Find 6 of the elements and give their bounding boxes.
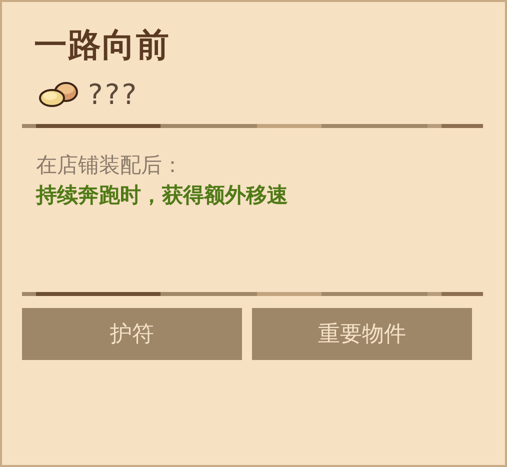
tag-label: 护符 bbox=[22, 308, 242, 360]
item-title: 一路向前 bbox=[34, 24, 171, 66]
effect-condition: 在店铺装配后： bbox=[36, 152, 184, 179]
price-text: ??? bbox=[88, 78, 139, 110]
tag-label: 重要物件 bbox=[252, 308, 472, 360]
effect-description: 持续奔跑时，获得额外移速 bbox=[36, 182, 289, 209]
